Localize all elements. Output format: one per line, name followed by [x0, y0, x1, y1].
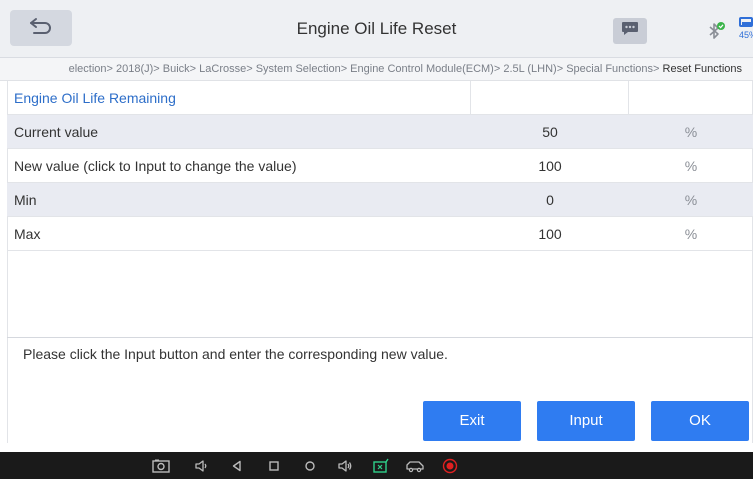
- row-label: Min: [14, 192, 37, 208]
- battery-percent: 45%: [739, 30, 753, 40]
- system-nav-bar: [0, 452, 753, 479]
- screenshot-icon[interactable]: [150, 456, 172, 475]
- breadcrumb-path: election> 2018(J)> Buick> LaCrosse> Syst…: [68, 63, 663, 75]
- row-unit: %: [684, 158, 698, 174]
- exit-button[interactable]: Exit: [423, 401, 521, 441]
- row-label: New value (click to Input to change the …: [14, 158, 297, 174]
- instruction-text: Please click the Input button and enter …: [23, 346, 448, 362]
- volume-down-icon[interactable]: [190, 456, 212, 475]
- data-table: Engine Oil Life Remaining Current value …: [7, 81, 753, 251]
- input-button[interactable]: Input: [537, 401, 635, 441]
- breadcrumb-current: Reset Functions: [662, 63, 742, 75]
- row-value: 50: [542, 124, 558, 140]
- table-row: Min 0 %: [7, 183, 753, 217]
- row-value: 0: [546, 192, 554, 208]
- chat-icon: [621, 21, 639, 41]
- volume-up-icon[interactable]: [334, 456, 356, 475]
- breadcrumb: election> 2018(J)> Buick> LaCrosse> Syst…: [0, 58, 753, 81]
- row-value: 100: [538, 226, 562, 242]
- table-header-label: Engine Oil Life Remaining: [14, 90, 176, 106]
- record-icon[interactable]: [439, 456, 461, 475]
- ok-button[interactable]: OK: [651, 401, 749, 441]
- recents-icon[interactable]: [263, 456, 285, 475]
- table-row[interactable]: New value (click to Input to change the …: [7, 149, 753, 183]
- row-unit: %: [684, 192, 698, 208]
- table-row: Max 100 %: [7, 217, 753, 251]
- home-icon[interactable]: [299, 456, 321, 475]
- message-panel: Please click the Input button and enter …: [7, 337, 753, 443]
- table-row: Current value 50 %: [7, 115, 753, 149]
- back-triangle-icon[interactable]: [226, 456, 248, 475]
- vci-icon[interactable]: [370, 456, 392, 475]
- table-header-row: Engine Oil Life Remaining: [7, 81, 753, 115]
- message-button[interactable]: [613, 18, 647, 44]
- row-value: 100: [538, 158, 562, 174]
- bluetooth-connected-icon[interactable]: [708, 21, 726, 46]
- vehicle-icon[interactable]: [404, 456, 426, 475]
- battery-icon: 45%: [733, 17, 753, 43]
- row-unit: %: [684, 226, 698, 242]
- row-unit: %: [684, 124, 698, 140]
- title-bar: Engine Oil Life Reset 45%: [0, 0, 753, 58]
- row-label: Max: [14, 226, 41, 242]
- row-label: Current value: [14, 124, 99, 140]
